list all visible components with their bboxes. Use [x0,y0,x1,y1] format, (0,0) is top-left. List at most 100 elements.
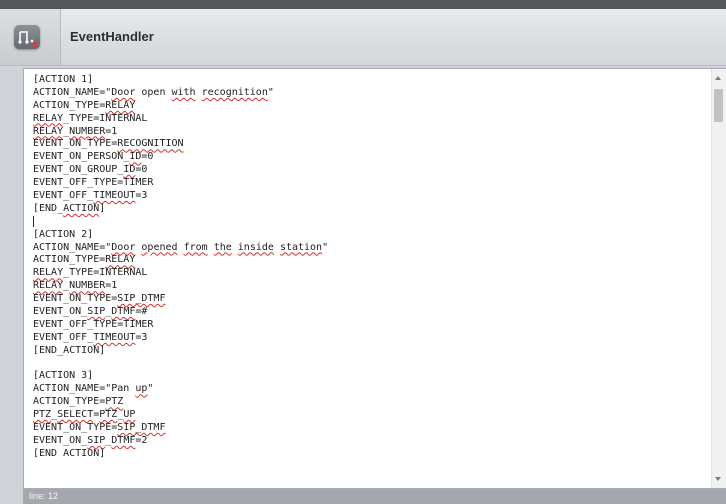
code-line: PTZ_SELECT=PTZ_UP [33,409,693,422]
code-text: [ACTION 3] [33,370,94,382]
code-text: ACTION_TYPE= [33,99,106,111]
code-text: ACTION_NAME=" [33,86,112,98]
code-text: EVENT_ON_TYPE= [33,422,118,434]
code-text: _TYPE=INTERNAL [63,267,148,279]
code-line: RELAY_TYPE=INTERNAL [33,113,693,126]
code-text: =2 [135,434,148,446]
code-line: RELAY_NUMBER=1 [33,126,693,139]
scroll-up-arrow-icon[interactable] [715,76,721,80]
window-title: EventHandler [70,29,154,44]
code-text: EVENT_OFF_TYPE=TIMER [33,318,154,330]
code-text: EVENT_OFF_ [33,331,94,343]
spellcheck-flagged-word: RELAY [33,125,64,137]
spellcheck-flagged-word: NUMBER [69,280,106,292]
scroll-down-arrow-icon[interactable] [715,477,721,481]
code-text: EVENT_OFF_ [33,190,94,202]
config-text-editor[interactable]: [ACTION 1] ACTION_NAME="Door open with re… [33,74,693,488]
app-icon-container[interactable] [0,9,61,65]
spellcheck-flagged-word: DTMF [111,434,136,446]
spellcheck-flagged-word: SIP [87,306,106,318]
code-line: ACTION_TYPE=RELAY [33,100,693,113]
spellcheck-flagged-word: RELAY [33,112,64,124]
spellcheck-flagged-word: from [183,241,208,253]
code-text: EVENT_ON_TYPE= [33,293,118,305]
code-text: =3 [135,190,148,202]
code-text: " [147,383,154,395]
code-line: EVENT_ON_PERSON_ID=0 [33,151,693,164]
vertical-scrollbar[interactable] [711,69,726,488]
code-line: ACTION_TYPE=RELAY [33,254,693,267]
code-text: EVENT_ON_TYPE= [33,138,118,150]
spellcheck-flagged-word: RELAY [33,280,64,292]
code-text: ACTION_NAME="Pan [33,383,136,395]
code-text: EVENT_ON_ [33,434,88,446]
code-line: RELAY_NUMBER=1 [33,280,693,293]
code-line: ACTION_NAME="Door open with recognition" [33,87,693,100]
spellcheck-flagged-word: with [171,86,196,98]
code-text: ACTION_TYPE= [33,254,106,266]
code-text: " [322,241,329,253]
scrollbar-thumb[interactable] [714,89,723,122]
spellcheck-flagged-word: ID [129,151,142,163]
code-text: EVENT_ON_GROUP_ [33,164,124,176]
code-line: [ACTION 2] [33,229,693,242]
spellcheck-flagged-word: the [213,241,232,253]
code-text: [END_ [33,202,64,214]
spellcheck-flagged-word: RECOGNITION [117,138,184,150]
code-line: [ACTION 3] [33,370,693,383]
spellcheck-flagged-word: ID [123,164,136,176]
code-text: [ACTION 1] [33,74,94,85]
text-caret [33,215,34,227]
top-strip [0,0,726,9]
code-text: =3 [135,331,148,343]
code-text: [ACTION 2] [33,228,94,240]
code-line: EVENT_OFF_TYPE=TIMER [33,177,693,190]
code-text: [END_ACTION] [33,344,106,356]
spellcheck-flagged-word: PTZ [33,409,52,421]
code-line: EVENT_ON_GROUP_ID=0 [33,164,693,177]
code-text: ACTION_NAME=" [33,241,112,253]
spellcheck-flagged-word: PTZ [105,396,124,408]
code-text: =1 [105,125,118,137]
code-text: ] [99,202,106,214]
spellcheck-flagged-word: SIP_DTMF [117,422,166,434]
code-line: ACTION_TYPE=PTZ [33,396,693,409]
code-line: EVENT_ON_TYPE=SIP_DTMF [33,293,693,306]
code-line: EVENT_OFF_TIMEOUT=3 [33,332,693,345]
code-text: =0 [141,151,154,163]
spellcheck-flagged-word: SELECT [57,409,94,421]
code-text: open [135,86,172,98]
spellcheck-flagged-word: RELAY [33,267,64,279]
editor-panel: [ACTION 1] ACTION_NAME="Door open with re… [23,68,726,489]
code-line: EVENT_ON_SIP_DTMF=2 [33,435,693,448]
spellcheck-flagged-word: station [279,241,323,253]
spellcheck-flagged-word: PTZ [99,409,118,421]
spellcheck-flagged-word: ACTION [63,202,100,214]
code-line [33,215,693,229]
spellcheck-flagged-word: recognition [201,86,268,98]
spellcheck-flagged-word: NUMBER [69,125,106,137]
code-line: EVENT_ON_TYPE=RECOGNITION [33,138,693,151]
code-text: EVENT_ON_PERSON_ [33,151,130,163]
code-line: ACTION_NAME="Door opened from the inside… [33,242,693,255]
code-line: [END ACTION] [33,448,693,461]
status-bar: line: 12 [23,489,726,504]
code-text: ACTION_TYPE= [33,396,106,408]
code-text: =# [135,306,148,318]
code-text: =1 [105,280,118,292]
spellcheck-flagged-word: SIP [87,434,106,446]
code-text: EVENT_ON_ [33,306,88,318]
code-text: EVENT_OFF_TYPE=TIMER [33,177,154,189]
spellcheck-flagged-word: TIMEOUT [93,331,136,343]
code-line: ACTION_NAME="Pan up" [33,383,693,396]
spellcheck-flagged-word: UP [123,409,136,421]
spellcheck-flagged-word: inside [237,241,274,253]
code-line: EVENT_ON_TYPE=SIP_DTMF [33,422,693,435]
code-line: [END_ACTION] [33,345,693,358]
code-line: RELAY_TYPE=INTERNAL [33,267,693,280]
spellcheck-flagged-word: Door [111,241,136,253]
code-line: [ACTION 1] [33,74,693,87]
code-line: EVENT_OFF_TIMEOUT=3 [33,190,693,203]
spellcheck-flagged-word: Door [111,86,136,98]
